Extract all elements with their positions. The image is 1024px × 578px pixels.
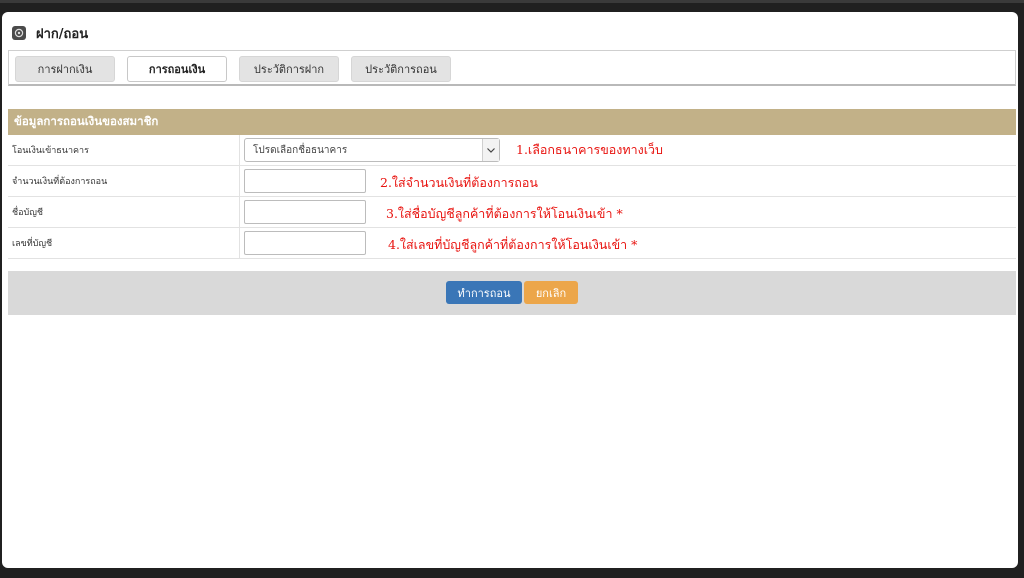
tab-deposit[interactable]: การฝากเงิน (15, 56, 115, 82)
bank-instruction: 1.เลือกธนาคารของทางเว็บ (516, 142, 663, 157)
account-name-instruction: 3.ใส่ชื่อบัญชีลูกค้าที่ต้องการให้โอนเงิน… (386, 206, 623, 221)
tab-bar: การฝากเงิน การถอนเงิน ประวัติการฝาก ประว… (8, 50, 1016, 86)
withdraw-form: โอนเงินเข้าธนาคาร โปรดเลือกชื่อธนาคาร 1.… (8, 135, 1016, 259)
account-number-input[interactable] (244, 231, 366, 255)
bank-label: โอนเงินเข้าธนาคาร (8, 135, 240, 165)
account-number-label: เลขที่บัญชี (8, 228, 240, 258)
amount-input[interactable] (244, 169, 366, 193)
account-name-input[interactable] (244, 200, 366, 224)
account-number-instruction: 4.ใส่เลขที่บัญชีลูกค้าที่ต้องการให้โอนเง… (388, 237, 638, 252)
bank-select[interactable]: โปรดเลือกชื่อธนาคาร (244, 138, 500, 162)
form-row-amount: จำนวนเงินที่ต้องการถอน 2.ใส่จำนวนเงินที่… (8, 166, 1016, 197)
page-title: ฝาก/ถอน (36, 26, 89, 42)
cancel-button[interactable]: ยกเลิก (524, 281, 578, 304)
amount-field (244, 169, 366, 193)
dashboard-icon (12, 26, 26, 40)
account-number-field (244, 231, 366, 255)
window-top-border (0, 0, 1024, 3)
amount-instruction: 2.ใส่จำนวนเงินที่ต้องการถอน (380, 175, 538, 190)
amount-label: จำนวนเงินที่ต้องการถอน (8, 166, 240, 196)
bank-field: โปรดเลือกชื่อธนาคาร (244, 138, 500, 162)
chevron-down-icon[interactable] (482, 139, 499, 161)
section-title: ข้อมูลการถอนเงินของสมาชิก (8, 109, 1016, 135)
action-bar: ทำการถอน ยกเลิก (8, 271, 1016, 315)
account-name-label: ชื่อบัญชี (8, 197, 240, 227)
tab-deposit-history[interactable]: ประวัติการฝาก (239, 56, 339, 82)
withdraw-button[interactable]: ทำการถอน (446, 281, 522, 304)
account-name-field (244, 200, 366, 224)
form-row-account-name: ชื่อบัญชี 3.ใส่ชื่อบัญชีลูกค้าที่ต้องการ… (8, 197, 1016, 228)
form-row-bank: โอนเงินเข้าธนาคาร โปรดเลือกชื่อธนาคาร 1.… (8, 135, 1016, 166)
bank-select-value: โปรดเลือกชื่อธนาคาร (253, 144, 348, 156)
main-panel: ฝาก/ถอน การฝากเงิน การถอนเงิน ประวัติการ… (2, 12, 1018, 568)
tab-withdraw[interactable]: การถอนเงิน (127, 56, 227, 82)
form-row-account-number: เลขที่บัญชี 4.ใส่เลขที่บัญชีลูกค้าที่ต้อ… (8, 228, 1016, 259)
page-header: ฝาก/ถอน (12, 22, 88, 44)
tab-withdraw-history[interactable]: ประวัติการถอน (351, 56, 451, 82)
